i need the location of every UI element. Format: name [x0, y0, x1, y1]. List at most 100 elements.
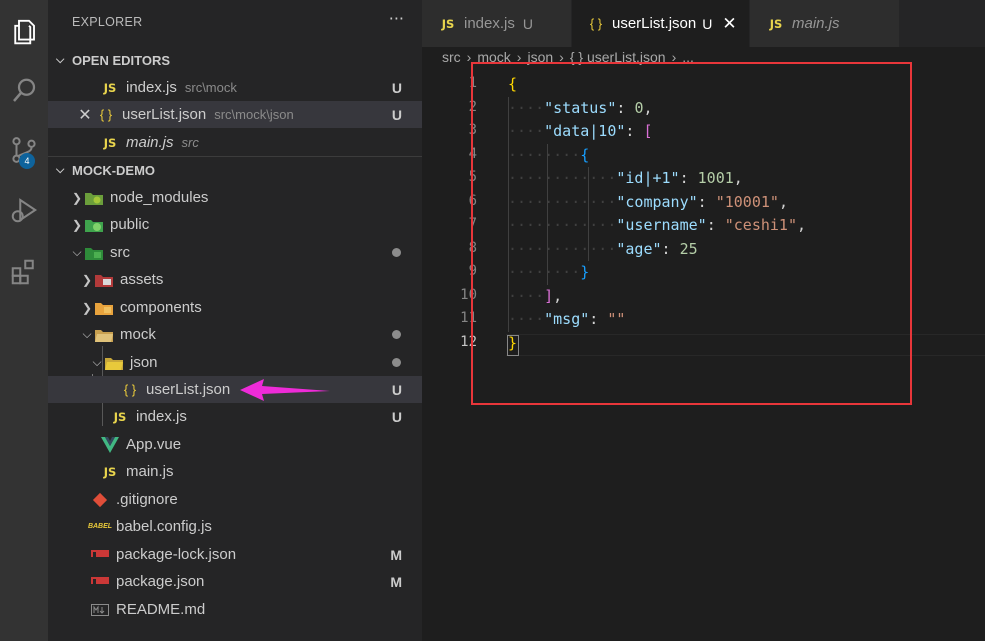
open-editor-item[interactable]: JS main.js src	[48, 129, 422, 156]
chevron-down-icon: ⌵	[82, 327, 92, 341]
modified-dot	[392, 248, 401, 257]
tree-item-file[interactable]: JS main.js	[48, 458, 422, 485]
project-header[interactable]: ⌵ MOCK-DEMO	[48, 157, 422, 183]
run-debug-icon[interactable]	[0, 186, 48, 234]
line-number: 3	[468, 122, 477, 138]
folder-node-icon	[84, 189, 104, 207]
tab-index-js[interactable]: JS index.js U	[422, 0, 572, 47]
tab-userlist-json[interactable]: { } userList.json U ✕	[572, 0, 750, 47]
more-actions-icon[interactable]: ···	[389, 9, 404, 28]
open-editor-name: main.js	[126, 134, 174, 151]
modified-dot	[392, 330, 401, 339]
tab-label: main.js	[792, 15, 840, 32]
tree-item-file[interactable]: package.json M	[48, 568, 422, 595]
tree-item-file[interactable]: BABEL babel.config.js	[48, 513, 422, 540]
open-editor-name: userList.json	[122, 106, 207, 123]
tab-label: index.js	[464, 15, 515, 32]
line-number: 6	[468, 192, 477, 209]
activity-bar: 4	[0, 0, 48, 641]
highlight-box	[471, 62, 912, 405]
folder-json-icon	[104, 354, 124, 372]
tab-status: U	[522, 15, 533, 32]
explorer-title: EXPLORER	[72, 15, 143, 29]
chevron-right-icon: ❯	[81, 300, 93, 315]
tree-item-file[interactable]: JS index.js U	[48, 403, 422, 430]
git-status: M	[390, 573, 402, 590]
babel-file-icon: BABEL	[87, 523, 113, 530]
tree-item-label: App.vue	[126, 436, 182, 453]
line-number: 12	[460, 333, 477, 350]
extensions-icon[interactable]	[0, 248, 48, 296]
close-icon[interactable]: ✕	[722, 14, 736, 34]
tree-item-label: userList.json	[146, 381, 231, 398]
tree-item-folder[interactable]: ❯ components	[48, 294, 422, 321]
folder-components-icon	[94, 299, 114, 317]
tree-item-label: README.md	[116, 601, 206, 618]
vue-file-icon	[100, 436, 120, 454]
tab-label: userList.json	[612, 15, 697, 32]
tree-item-label: .gitignore	[116, 491, 178, 508]
tab-main-js[interactable]: JS main.js	[750, 0, 900, 47]
line-number: 8	[468, 239, 477, 256]
tree-item-label: index.js	[136, 408, 187, 425]
git-status: U	[391, 381, 402, 398]
project-label: MOCK-DEMO	[72, 162, 156, 178]
tree-item-file-selected[interactable]: { } userList.json U	[48, 376, 422, 403]
open-editor-path: src\mock	[184, 80, 237, 95]
line-number: 7	[468, 216, 477, 232]
tree-item-label: main.js	[126, 463, 174, 480]
chevron-down-icon: ⌵	[56, 53, 65, 66]
search-icon[interactable]	[0, 67, 48, 115]
git-status: U	[391, 408, 402, 425]
scm-badge: 4	[19, 153, 35, 169]
open-editor-item-active[interactable]: ✕ { } userList.json src\mock\json U	[48, 101, 422, 128]
json-file-icon: { }	[123, 382, 137, 397]
tree-item-label: public	[110, 216, 150, 233]
js-file-icon: JS	[103, 80, 117, 95]
open-editor-item[interactable]: JS index.js src\mock U	[48, 74, 422, 101]
explorer-icon[interactable]	[0, 8, 48, 56]
js-file-icon: JS	[441, 16, 455, 31]
tree-item-label: json	[130, 354, 158, 371]
tree-item-file[interactable]: README.md	[48, 596, 422, 623]
tree-item-file[interactable]: App.vue	[48, 431, 422, 458]
tree-item-folder[interactable]: ⌵ json	[48, 349, 422, 376]
json-file-icon: { }	[589, 16, 603, 31]
tree-item-file[interactable]: .gitignore	[48, 486, 422, 513]
line-number: 9	[468, 263, 477, 279]
open-editors-header[interactable]: ⌵ OPEN EDITORS	[48, 47, 422, 73]
line-number: 2	[468, 98, 477, 115]
chevron-right-icon: ❯	[71, 217, 83, 232]
git-status: U	[391, 106, 402, 123]
open-editor-path: src	[181, 135, 199, 150]
git-status: M	[390, 546, 402, 563]
tree-item-folder[interactable]: ❯ public	[48, 211, 422, 238]
modified-dot	[392, 358, 401, 367]
line-number: 10	[460, 286, 477, 303]
git-file-icon	[90, 491, 110, 509]
folder-src-icon	[84, 244, 104, 262]
npm-file-icon	[90, 546, 110, 564]
tab-status: U	[702, 15, 713, 32]
markdown-file-icon	[90, 601, 110, 619]
tree-item-folder[interactable]: ❯ assets	[48, 266, 422, 293]
json-file-icon: { }	[99, 107, 113, 122]
folder-open-icon	[94, 326, 114, 344]
npm-file-icon	[90, 573, 110, 591]
js-file-icon: JS	[103, 464, 117, 479]
tree-item-file[interactable]: package-lock.json M	[48, 541, 422, 568]
chevron-right-icon: ❯	[71, 190, 83, 205]
tree-item-folder[interactable]: ⌵ mock	[48, 321, 422, 348]
open-editor-path: src\mock\json	[214, 107, 294, 122]
tree-item-folder[interactable]: ❯ node_modules	[48, 184, 422, 211]
close-icon[interactable]: ✕	[76, 105, 94, 125]
explorer-sidebar: EXPLORER ··· ⌵ OPEN EDITORS JS index.js …	[48, 0, 422, 641]
breadcrumb-item[interactable]: src	[442, 49, 461, 65]
chevron-down-icon: ⌵	[72, 245, 82, 259]
tree-item-folder[interactable]: ⌵ src	[48, 239, 422, 266]
open-editor-name: index.js	[126, 79, 177, 96]
line-number: 1	[468, 75, 477, 91]
git-status: U	[391, 79, 402, 96]
annotation-arrow-icon	[240, 379, 330, 401]
folder-assets-icon	[94, 271, 114, 289]
